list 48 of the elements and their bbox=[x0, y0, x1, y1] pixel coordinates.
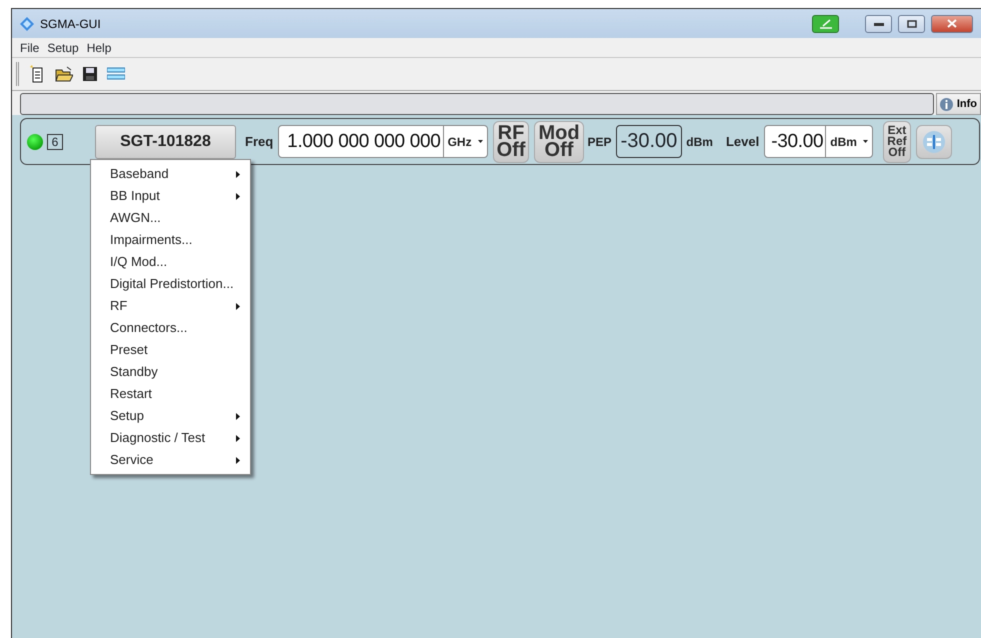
minimize-icon bbox=[874, 22, 884, 26]
menu-item[interactable]: AWGN... bbox=[91, 207, 250, 229]
floppy-disk-icon[interactable] bbox=[83, 67, 97, 81]
menu-item[interactable]: Impairments... bbox=[91, 229, 250, 251]
dropdown-caret-icon bbox=[478, 140, 483, 143]
maximize-icon bbox=[906, 20, 916, 28]
freq-label: Freq bbox=[245, 132, 274, 151]
menu-item[interactable]: Service bbox=[91, 449, 250, 471]
menu-item[interactable]: Digital Predistortion... bbox=[91, 273, 250, 295]
ext-ref-toggle[interactable]: Ext Ref Off bbox=[883, 120, 911, 162]
count-label: 6 bbox=[47, 134, 63, 150]
window-title: SGMA-GUI bbox=[40, 16, 101, 32]
open-folder-icon[interactable] bbox=[55, 66, 73, 82]
menu-item[interactable]: Setup bbox=[43, 38, 83, 56]
mod-toggle[interactable]: Mod Off bbox=[534, 120, 584, 162]
instrument-button[interactable]: SGT-101828 bbox=[95, 124, 236, 158]
pep-label: PEP bbox=[588, 134, 612, 150]
info-button[interactable]: Info bbox=[936, 93, 981, 115]
menu-item[interactable]: I/Q Mod... bbox=[91, 251, 250, 273]
menu-item[interactable]: Connectors... bbox=[91, 317, 250, 339]
app-logo-icon bbox=[20, 16, 34, 30]
close-icon bbox=[947, 19, 957, 28]
display-button[interactable] bbox=[916, 124, 952, 158]
info-icon bbox=[940, 98, 953, 110]
layout-icon[interactable] bbox=[107, 67, 125, 81]
level-field[interactable]: -30.00 dBm bbox=[764, 125, 874, 158]
dropdown-caret-icon bbox=[863, 140, 868, 143]
menu-item[interactable]: Standby bbox=[91, 361, 250, 383]
level-label: Level bbox=[726, 132, 760, 151]
new-document-icon[interactable] bbox=[29, 65, 45, 83]
close-button[interactable] bbox=[931, 14, 973, 32]
menu-item[interactable]: Help bbox=[82, 38, 116, 56]
menu-item[interactable]: Baseband bbox=[91, 163, 250, 185]
split-view-icon bbox=[922, 130, 946, 154]
maximize-button[interactable] bbox=[898, 14, 925, 32]
minimize-button[interactable] bbox=[865, 14, 892, 32]
pep-unit: dBm bbox=[686, 134, 713, 150]
menu-item[interactable]: RF bbox=[91, 295, 250, 317]
freq-field[interactable]: 1.000 000 000 000 GHz bbox=[278, 125, 488, 158]
pep-value: -30.00 bbox=[616, 125, 682, 158]
menu-item[interactable]: Restart bbox=[91, 383, 250, 405]
rf-toggle[interactable]: RF Off bbox=[492, 120, 530, 162]
menu-item[interactable]: File bbox=[16, 38, 44, 56]
menu-item[interactable]: BB Input bbox=[91, 185, 250, 207]
edit-icon[interactable] bbox=[812, 14, 839, 32]
menu-item[interactable]: Setup bbox=[91, 405, 250, 427]
menu-item[interactable]: Preset bbox=[91, 339, 250, 361]
menu-item[interactable]: Diagnostic / Test bbox=[91, 427, 250, 449]
